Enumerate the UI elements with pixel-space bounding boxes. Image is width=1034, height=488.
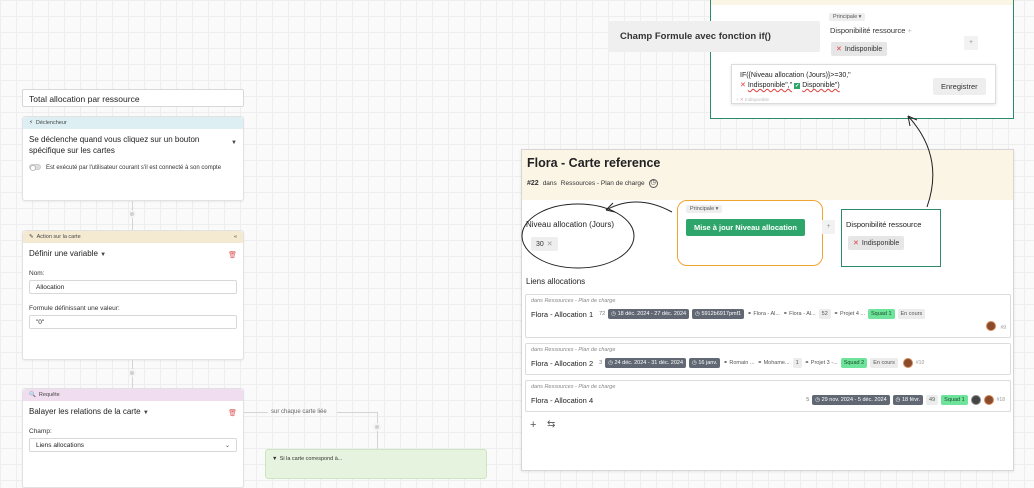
connector-dot[interactable] bbox=[128, 369, 136, 377]
date-chip: ◷ 18 déc. 2024 - 27 déc. 2024 bbox=[608, 309, 690, 319]
popup-dispo-label: Disponibilité ressource + bbox=[830, 26, 912, 35]
relation-field-select[interactable]: Liens allocations ⌄ bbox=[29, 438, 237, 452]
squad-badge: Squad 2 bbox=[840, 358, 868, 368]
update-niveau-button[interactable]: Mise à jour Niveau allocation bbox=[686, 219, 805, 236]
avatar bbox=[986, 321, 996, 331]
wand-icon: ✎ bbox=[29, 234, 34, 240]
variable-name-input[interactable]: Allocation bbox=[29, 280, 237, 294]
card-title: Flora - Carte reference bbox=[527, 156, 661, 170]
formula-preview: + ✕ Indisponible bbox=[736, 97, 769, 102]
field-label: Champ: bbox=[29, 428, 52, 435]
avatar bbox=[902, 358, 913, 368]
save-button[interactable]: Enregistrer bbox=[933, 78, 986, 95]
popup-add-button[interactable]: + bbox=[964, 36, 978, 50]
link-icon: ⚭ bbox=[782, 311, 788, 317]
link-chip: ⚭ Projet 3 -... bbox=[804, 360, 838, 366]
collapse-icon[interactable]: « bbox=[234, 234, 237, 240]
link-chip: ⚭ Flora - Al... bbox=[747, 311, 780, 317]
squad-badge: Squad 1 bbox=[941, 395, 968, 405]
action-block: ✎ Action sur la carte « Définir une varia… bbox=[22, 230, 244, 360]
popup-dispo-value[interactable]: ✕ Indisponible bbox=[831, 42, 888, 56]
check-icon: ✔ bbox=[794, 83, 801, 89]
card-breadcrumb: #22 dans Ressources - Plan de charge ◷ bbox=[527, 179, 658, 188]
dispo-label: Disponibilité ressource bbox=[846, 220, 922, 229]
clock-icon: ◷ bbox=[895, 397, 901, 403]
clock-icon: ◷ bbox=[611, 311, 617, 317]
trigger-block: ⚡ Déclencheur Se déclenche quand vous cl… bbox=[22, 116, 244, 201]
x-icon: ✕ bbox=[740, 82, 746, 89]
link-icon: ⚭ bbox=[723, 360, 728, 366]
chevron-down-icon: ▼ bbox=[231, 140, 237, 146]
link-icon: ⚭ bbox=[757, 360, 763, 366]
link-icon: ⚭ bbox=[833, 311, 839, 317]
status-badge: En cours bbox=[870, 358, 898, 368]
action-select[interactable]: Définir une variable ▼ bbox=[29, 248, 106, 261]
dispo-value[interactable]: ✕ Indisponible bbox=[848, 236, 905, 250]
filter-icon: ▼ bbox=[272, 456, 278, 462]
link-chip: ⚭ Mohame... bbox=[757, 360, 790, 366]
toggle-label: Est exécuté par l'utilisateur courant s'… bbox=[46, 165, 222, 171]
condition-block: ▼ Si la carte correspond à... bbox=[265, 449, 487, 479]
search-icon: 🔍 bbox=[29, 392, 36, 398]
query-block: 🔍 Requête Balayer les relations de la ca… bbox=[22, 388, 244, 488]
linked-card-row[interactable]: dans Ressources - Plan de charge Flora -… bbox=[525, 380, 1011, 412]
connector-dot[interactable] bbox=[128, 210, 136, 218]
date-chip: ◷ 29 nov. 2024 - 5 déc. 2024 bbox=[812, 395, 890, 405]
formula-label: Formule définissant une valeur: bbox=[29, 305, 120, 312]
linked-card-row[interactable]: dans Ressources - Plan de charge Flora -… bbox=[525, 294, 1011, 338]
query-header: 🔍 Requête bbox=[23, 389, 243, 401]
name-label: Nom: bbox=[29, 270, 45, 277]
trigger-select[interactable]: Se déclenche quand vous cliquez sur un b… bbox=[29, 134, 237, 156]
add-link-icon[interactable]: + bbox=[530, 419, 536, 431]
liens-label: Liens allocations bbox=[526, 277, 586, 286]
link-chip: ⚭ Projet 4 ... bbox=[833, 311, 866, 317]
trash-icon[interactable]: 🗑 bbox=[228, 251, 237, 259]
plus-icon: + bbox=[907, 26, 912, 35]
link-icon: ⚭ bbox=[804, 360, 810, 366]
link-chip: ⚭ Flora - Al... bbox=[782, 311, 816, 317]
highlight-ellipse bbox=[521, 203, 635, 269]
clock-icon: ◷ bbox=[608, 360, 613, 366]
clock-icon: ◷ bbox=[815, 397, 821, 403]
status-badge: En cours bbox=[897, 309, 926, 319]
link-chip: ⚭ Romain ... bbox=[723, 360, 755, 366]
id-chip: ◷ 5912b6917pmf1 bbox=[692, 309, 745, 319]
trigger-header: ⚡ Déclencheur bbox=[23, 117, 243, 129]
each-linked-card-label: sur chaque carte liée bbox=[271, 409, 327, 415]
variable-formula-input[interactable]: "0" bbox=[29, 315, 237, 329]
x-icon: ✕ bbox=[853, 240, 859, 247]
date-chip: ◷ 24 déc. 2024 - 31 déc. 2024 bbox=[605, 358, 687, 368]
linked-card-row[interactable]: dans Ressources - Plan de charge Flora -… bbox=[525, 343, 1011, 375]
squad-badge: Squad 1 bbox=[868, 309, 895, 319]
clock-icon: ◷ bbox=[692, 360, 697, 366]
action-header: ✎ Action sur la carte « bbox=[23, 231, 243, 243]
link-icon: ⚭ bbox=[747, 311, 752, 317]
avatar bbox=[970, 395, 981, 405]
principale-tag[interactable]: Principale ▾ bbox=[686, 203, 723, 213]
swap-icon[interactable]: ⇆ bbox=[547, 419, 555, 430]
x-icon: ✕ bbox=[836, 46, 842, 53]
history-icon[interactable]: ◷ bbox=[648, 179, 658, 188]
avatar bbox=[983, 395, 994, 405]
trash-icon[interactable]: 🗑 bbox=[228, 409, 237, 417]
card-header: Flora - Carte reference #22 dans Ressour… bbox=[522, 150, 1013, 200]
formula-caption: Champ Formule avec fonction if() bbox=[608, 21, 820, 52]
clock-icon: ◷ bbox=[695, 311, 700, 317]
run-as-user-toggle[interactable] bbox=[29, 164, 41, 171]
date-chip: ◷ 18 févr. bbox=[892, 395, 924, 405]
connector-dot[interactable] bbox=[373, 423, 381, 431]
automation-title-input[interactable]: Total allocation par ressource bbox=[22, 89, 244, 107]
date-chip: ◷ 16 janv. bbox=[689, 358, 721, 368]
chevron-down-icon: ⌄ bbox=[224, 443, 230, 449]
query-select[interactable]: Balayer les relations de la carte ▼ bbox=[29, 406, 149, 419]
principale-tag[interactable]: Principale ▾ bbox=[829, 11, 866, 21]
add-button[interactable]: + bbox=[822, 220, 835, 234]
bolt-icon: ⚡ bbox=[29, 120, 33, 126]
